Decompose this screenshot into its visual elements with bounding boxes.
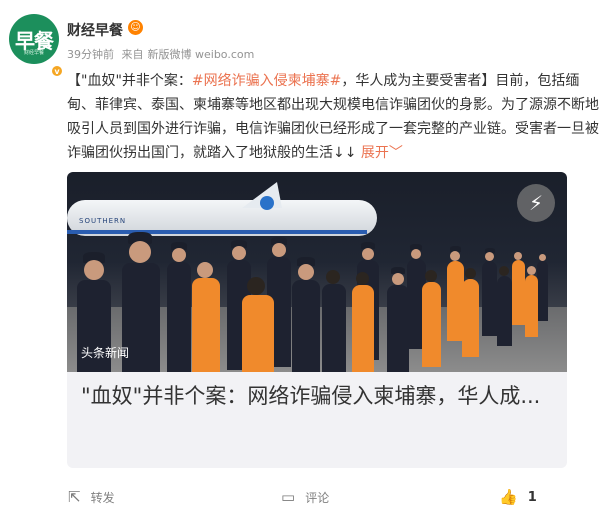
author-name[interactable]: 财经早餐 [67,20,123,40]
comment-button[interactable]: ▭ 评论 [281,488,329,506]
action-bar: ⇱ 转发 ▭ 评论 👍 1 [0,482,615,512]
people-crowd [67,222,567,372]
share-button[interactable]: ⇱ 转发 [68,488,115,506]
post-meta: 39分钟前 来自 新版微博 weibo.com [67,46,258,62]
expand-button[interactable]: 展开﹀ [361,145,403,161]
share-label: 转发 [90,490,115,505]
avatar[interactable]: 早餐 财经早餐 v [9,14,64,78]
source-prefix: 来自 [121,48,144,61]
airline-logo-icon [260,196,274,210]
verified-badge-icon: v [50,64,64,78]
like-button[interactable]: 👍 1 [499,488,537,506]
source-watermark: 头条新闻 [81,346,130,360]
lightning-icon[interactable]: ⚡ [517,184,555,222]
article-thumbnail: SOUTHERN 头条新闻 ⚡ [67,172,567,372]
comment-label: 评论 [305,490,330,505]
post-source[interactable]: 新版微博 weibo.com [148,48,255,61]
weibo-post-card: 早餐 财经早餐 v 财经早餐 ☺ 39分钟前 来自 新版微博 weibo.com … [0,0,615,519]
post-text: 【"血奴"并非个案：#网络诈骗入侵柬埔寨#，华人成为主要受害者】目前，包括缅甸、… [67,69,602,165]
emoji-badge-icon: ☺ [128,20,143,35]
hashtag-link[interactable]: #网络诈骗入侵柬埔寨# [192,73,341,89]
share-icon: ⇱ [68,488,81,506]
article-link-card[interactable]: SOUTHERN 头条新闻 ⚡ "血奴"并非个案：网络诈骗侵入柬埔寨，华人成..… [67,172,567,468]
thumbs-up-icon: 👍 [499,488,518,506]
avatar-subtext: 财经早餐 [23,50,44,56]
like-count: 1 [527,489,537,505]
post-time[interactable]: 39分钟前 [67,48,114,61]
comment-icon: ▭ [281,488,296,506]
post-text-prefix: 【"血奴"并非个案： [67,73,192,89]
chevron-down-icon: ﹀ [388,145,403,161]
expand-label: 展开 [360,145,389,161]
article-title[interactable]: "血奴"并非个案：网络诈骗侵入柬埔寨，华人成... [81,380,551,413]
